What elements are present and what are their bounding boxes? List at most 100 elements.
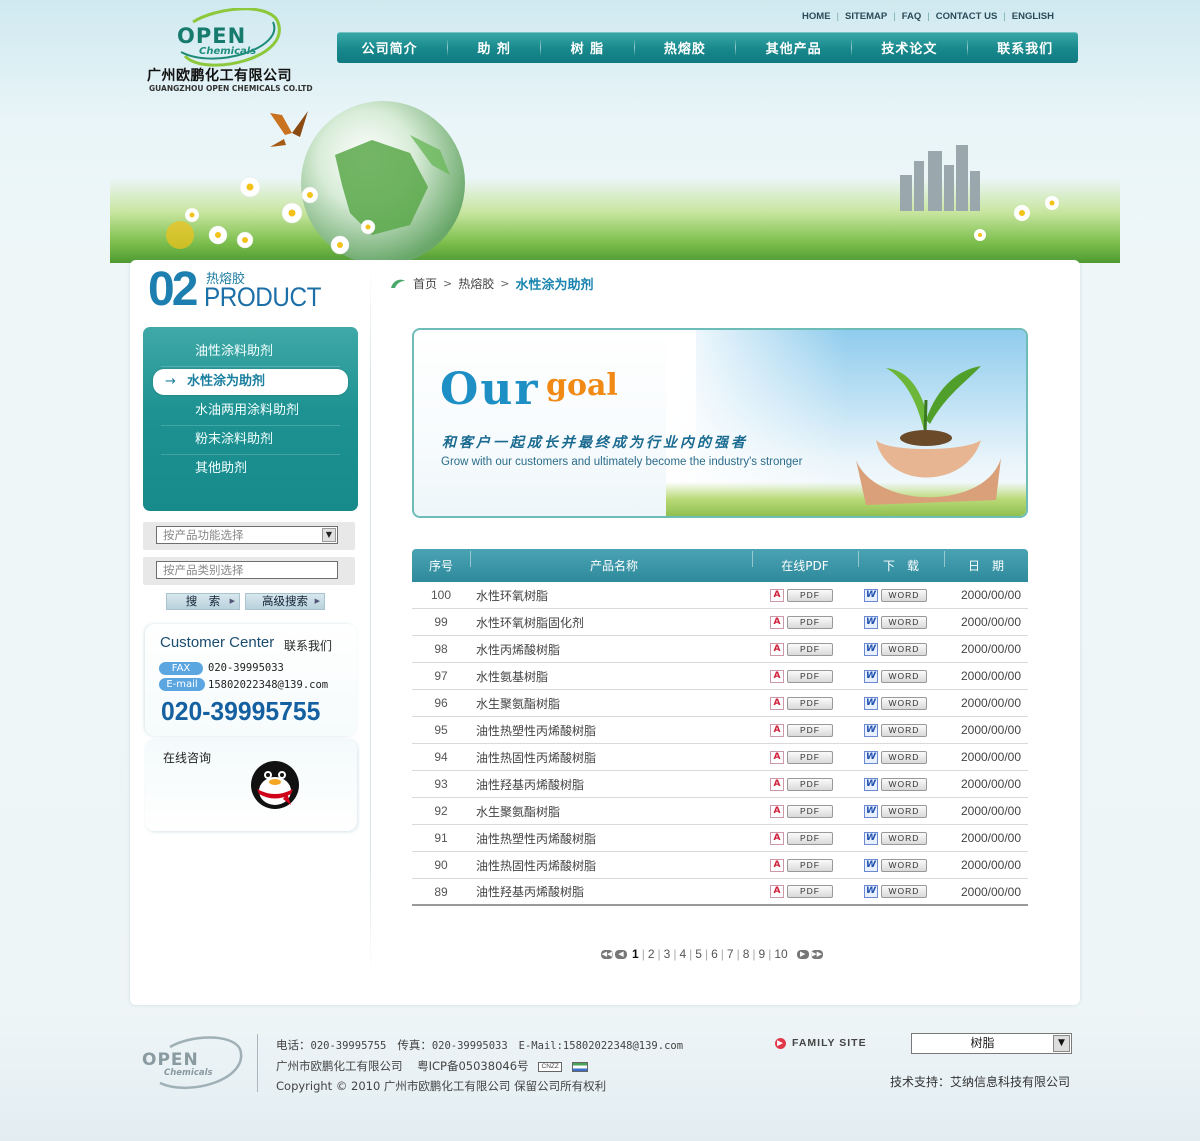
cell-product-name[interactable]: 水性氨基树脂 [470,668,752,685]
pdf-download[interactable]: A PDF [752,831,858,845]
pdf-button[interactable]: PDF [787,831,833,845]
footer-email[interactable]: 15802022348@139.com [563,1040,683,1052]
nav-item-additives[interactable]: 助 剂 [477,38,511,57]
word-download[interactable]: W WORD [858,804,944,818]
word-download[interactable]: W WORD [858,642,944,656]
word-button[interactable]: WORD [881,669,927,683]
utility-link-sitemap[interactable]: SITEMAP [845,11,887,22]
word-download[interactable]: W WORD [858,588,944,602]
cell-product-name[interactable]: 水性丙烯酸树脂 [470,641,752,658]
word-download[interactable]: W WORD [858,723,944,737]
cell-product-name[interactable]: 油性热塑性丙烯酸树脂 [470,830,752,847]
word-download[interactable]: W WORD [858,777,944,791]
function-select[interactable]: 按产品功能选择 ▼ [156,526,338,544]
qq-penguin-icon[interactable] [247,759,303,811]
pdf-button[interactable]: PDF [787,750,833,764]
advanced-search-button[interactable]: 高级搜索 ▶ [245,593,325,610]
pdf-download[interactable]: A PDF [752,642,858,656]
word-download[interactable]: W WORD [858,615,944,629]
pdf-download[interactable]: A PDF [752,615,858,629]
cell-product-name[interactable]: 油性热固性丙烯酸树脂 [470,857,752,874]
word-button[interactable]: WORD [881,642,927,656]
word-button[interactable]: WORD [881,615,927,629]
pdf-button[interactable]: PDF [787,858,833,872]
word-button[interactable]: WORD [881,588,927,602]
utility-link-faq[interactable]: FAQ [902,11,922,22]
pdf-download[interactable]: A PDF [752,777,858,791]
nav-item-contact[interactable]: 联系我们 [997,38,1053,57]
pdf-button[interactable]: PDF [787,885,833,898]
page-link[interactable]: 8 [740,947,753,961]
page-link[interactable]: 7 [724,947,737,961]
page-link[interactable]: 9 [756,947,769,961]
cell-product-name[interactable]: 油性热固性丙烯酸树脂 [470,749,752,766]
cnzz-badge[interactable]: CNZZ [538,1061,563,1072]
pdf-button[interactable]: PDF [787,669,833,683]
cell-product-name[interactable]: 水生聚氨酯树脂 [470,695,752,712]
word-button[interactable]: WORD [881,831,927,845]
cell-product-name[interactable]: 油性羟基丙烯酸树脂 [470,776,752,793]
breadcrumb-home[interactable]: 首页 [413,275,437,292]
pdf-download[interactable]: A PDF [752,669,858,683]
stats-flag-icon[interactable] [571,1061,588,1072]
pdf-download[interactable]: A PDF [752,750,858,764]
page-link[interactable]: 3 [661,947,674,961]
page-link[interactable]: 2 [645,947,658,961]
search-button[interactable]: 搜 索 ▶ [166,593,240,610]
word-button[interactable]: WORD [881,885,927,898]
cell-product-name[interactable]: 油性热塑性丙烯酸树脂 [470,722,752,739]
pdf-download[interactable]: A PDF [752,588,858,602]
prev-page-icon[interactable]: ◀ [615,949,627,959]
type-input[interactable]: 按产品类别选择 [156,561,338,579]
next-page-icon[interactable]: ▶ [796,949,809,959]
cell-product-name[interactable]: 水性环氧树脂固化剂 [470,614,752,631]
word-button[interactable]: WORD [881,858,927,872]
utility-link-home[interactable]: HOME [802,11,831,22]
pdf-download[interactable]: A PDF [752,723,858,737]
cell-product-name[interactable]: 水性环氧树脂 [470,587,752,604]
category-item-dual-coating[interactable]: 水油两用涂料助剂 [161,397,340,426]
footer-icp[interactable]: 粤ICP备05038046号 [417,1059,528,1073]
nav-item-about[interactable]: 公司简介 [362,38,418,57]
cell-product-name[interactable]: 油性羟基丙烯酸树脂 [470,883,752,900]
pdf-button[interactable]: PDF [787,615,833,629]
pdf-download[interactable]: A PDF [752,885,858,898]
footer-logo[interactable]: OPEN Chemicals [140,1035,250,1091]
utility-link-contact[interactable]: CONTACT US [936,11,998,22]
dropdown-arrow-icon[interactable]: ▼ [1053,1035,1070,1052]
word-download[interactable]: W WORD [858,750,944,764]
word-button[interactable]: WORD [881,804,927,818]
company-logo[interactable]: OPEN Chemicals 广州欧鹏化工有限公司 GUANGZHOU OPEN… [145,8,320,94]
nav-item-resins[interactable]: 树 脂 [571,38,605,57]
pdf-button[interactable]: PDF [787,723,833,737]
page-link[interactable]: 10 [771,947,790,961]
word-button[interactable]: WORD [881,696,927,710]
nav-item-papers[interactable]: 技术论文 [881,38,937,57]
pdf-button[interactable]: PDF [787,696,833,710]
word-download[interactable]: W WORD [858,696,944,710]
word-download[interactable]: W WORD [858,669,944,683]
pdf-button[interactable]: PDF [787,777,833,791]
word-download[interactable]: W WORD [858,858,944,872]
pdf-button[interactable]: PDF [787,804,833,818]
last-page-icon[interactable]: ▶▶ [810,949,823,959]
pdf-download[interactable]: A PDF [752,804,858,818]
family-site-select[interactable]: 树脂 ▼ [911,1033,1072,1054]
dropdown-arrow-icon[interactable]: ▼ [322,528,336,542]
word-download[interactable]: W WORD [858,885,944,898]
utility-link-english[interactable]: ENGLISH [1012,11,1054,22]
page-link[interactable]: 6 [708,947,721,961]
category-item-powder-coating[interactable]: 粉末涂料助剂 [161,426,340,455]
word-button[interactable]: WORD [881,723,927,737]
pdf-button[interactable]: PDF [787,588,833,602]
word-download[interactable]: W WORD [858,831,944,845]
nav-item-hotmelt[interactable]: 热熔胶 [664,38,706,57]
page-link[interactable]: 5 [692,947,705,961]
page-link[interactable]: 1 [629,947,642,961]
email-address[interactable]: 15802022348@139.com [208,679,328,691]
pdf-button[interactable]: PDF [787,642,833,656]
cell-product-name[interactable]: 水生聚氨酯树脂 [470,803,752,820]
pdf-download[interactable]: A PDF [752,696,858,710]
category-item-oil-coating[interactable]: 油性涂料助剂 [161,338,340,367]
page-link[interactable]: 4 [676,947,689,961]
